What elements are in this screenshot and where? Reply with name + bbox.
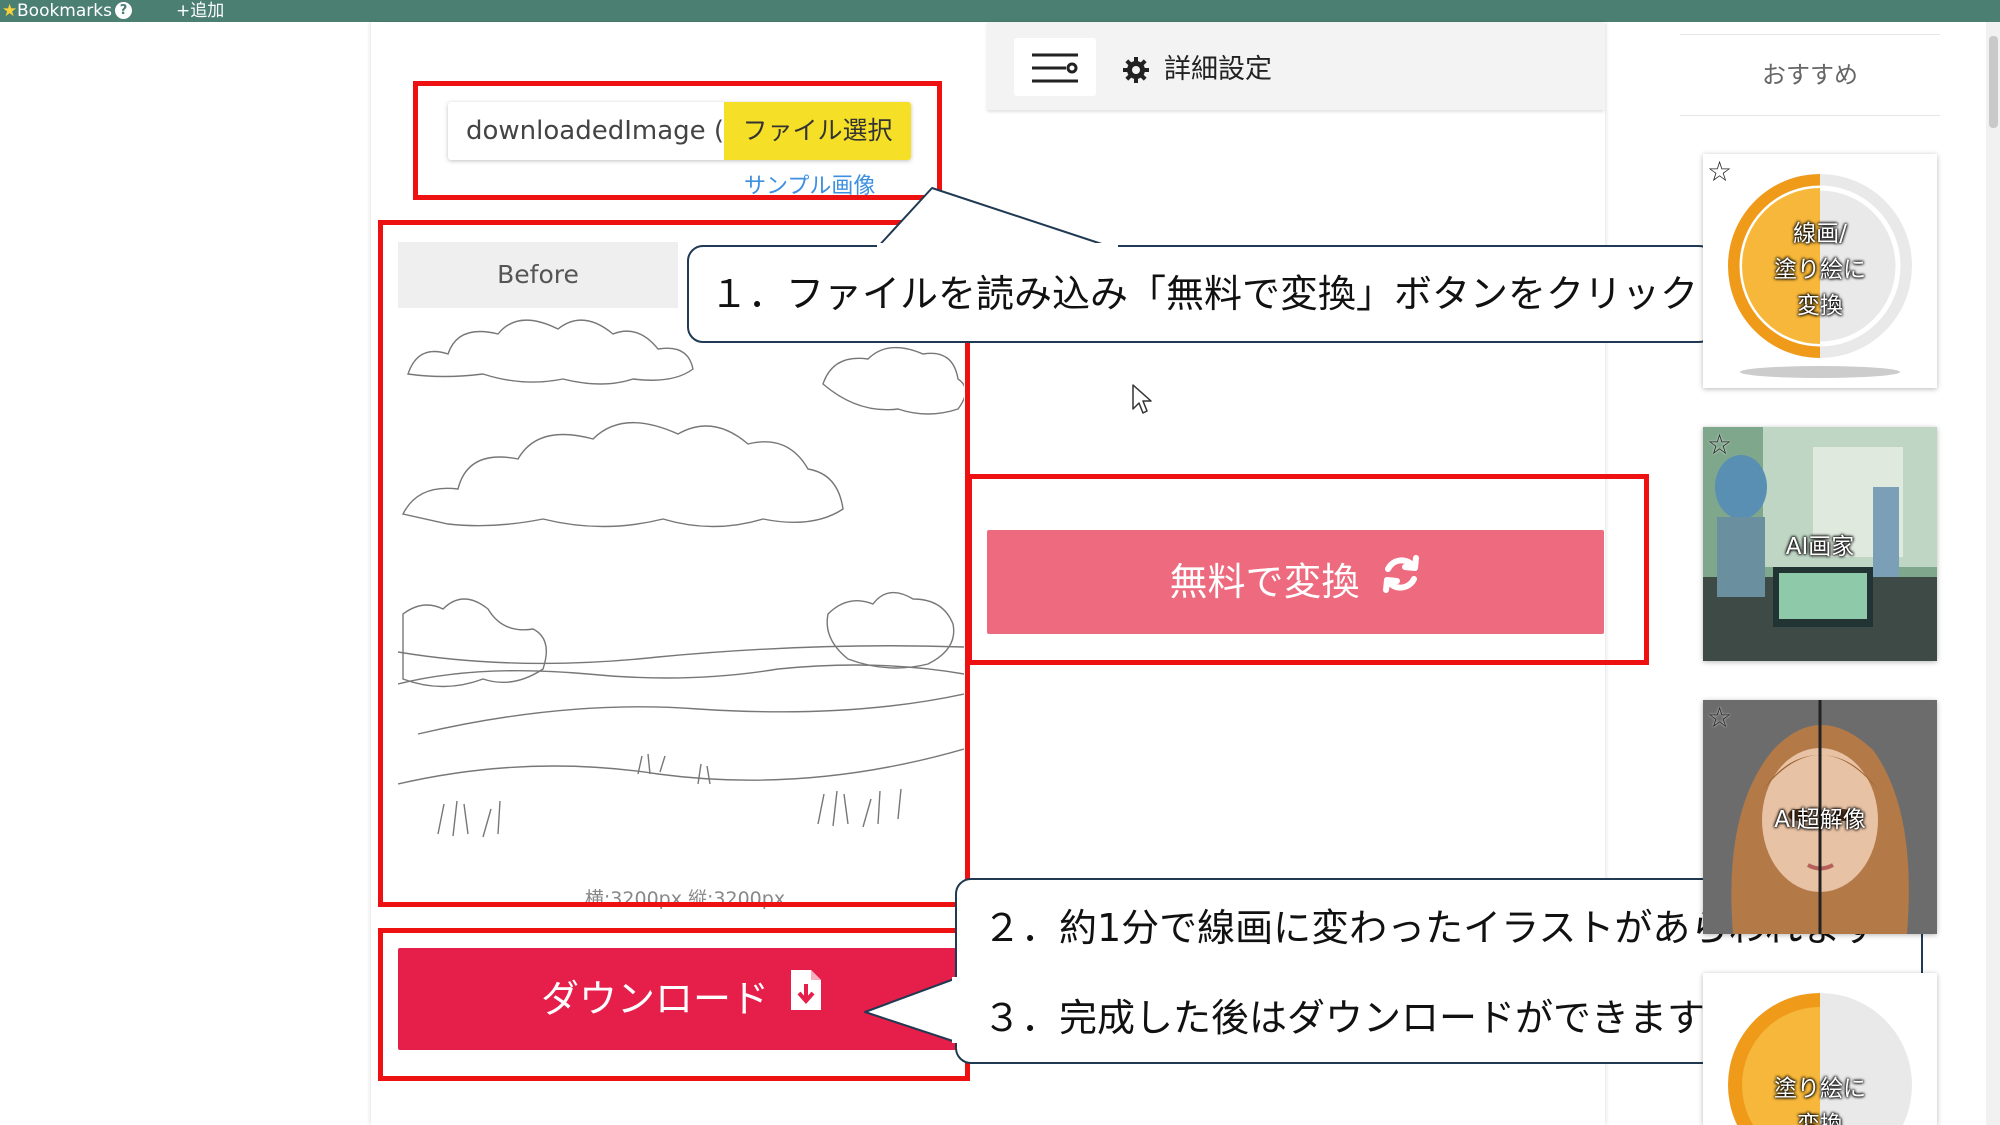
card-label-line1: 線画/	[1793, 221, 1847, 247]
card-label: AI画家	[1785, 534, 1855, 560]
recommend-card-lineart[interactable]: ☆ 線画/ 塗り絵に 変換	[1703, 154, 1937, 388]
scrollbar-thumb[interactable]	[1989, 36, 1998, 128]
recommend-card-coloring[interactable]: 塗り絵に 変換	[1703, 973, 1937, 1125]
callout1-seam-cover	[877, 243, 1118, 249]
recommended-title: おすすめ	[1680, 34, 1940, 116]
star-outline-icon[interactable]: ☆	[1707, 429, 1732, 461]
page-scrollbar[interactable]	[1986, 22, 2000, 1125]
card-label-line2: 塗り絵に	[1774, 257, 1866, 283]
callout2-seam-cover	[952, 977, 958, 1043]
star-outline-icon[interactable]: ☆	[1707, 702, 1732, 734]
star-outline-icon[interactable]: ☆	[1707, 156, 1732, 188]
callout-step3-text: ３．完成した後はダウンロードができます	[983, 996, 1706, 1040]
mouse-cursor-icon	[1132, 384, 1152, 414]
callout-step1-text: １．ファイルを読み込み「無料で変換」ボタンをクリック	[710, 272, 1699, 316]
recommend-card-ai-superres[interactable]: ☆ AI超解像	[1703, 700, 1937, 934]
card-label: AI超解像	[1774, 807, 1866, 833]
card-label-line1: 塗り絵に	[1774, 1076, 1866, 1102]
card-label-line2: 変換	[1797, 1112, 1843, 1125]
card-label-line3: 変換	[1797, 293, 1843, 319]
recommend-card-ai-painter[interactable]: ☆ AI画家	[1703, 427, 1937, 661]
